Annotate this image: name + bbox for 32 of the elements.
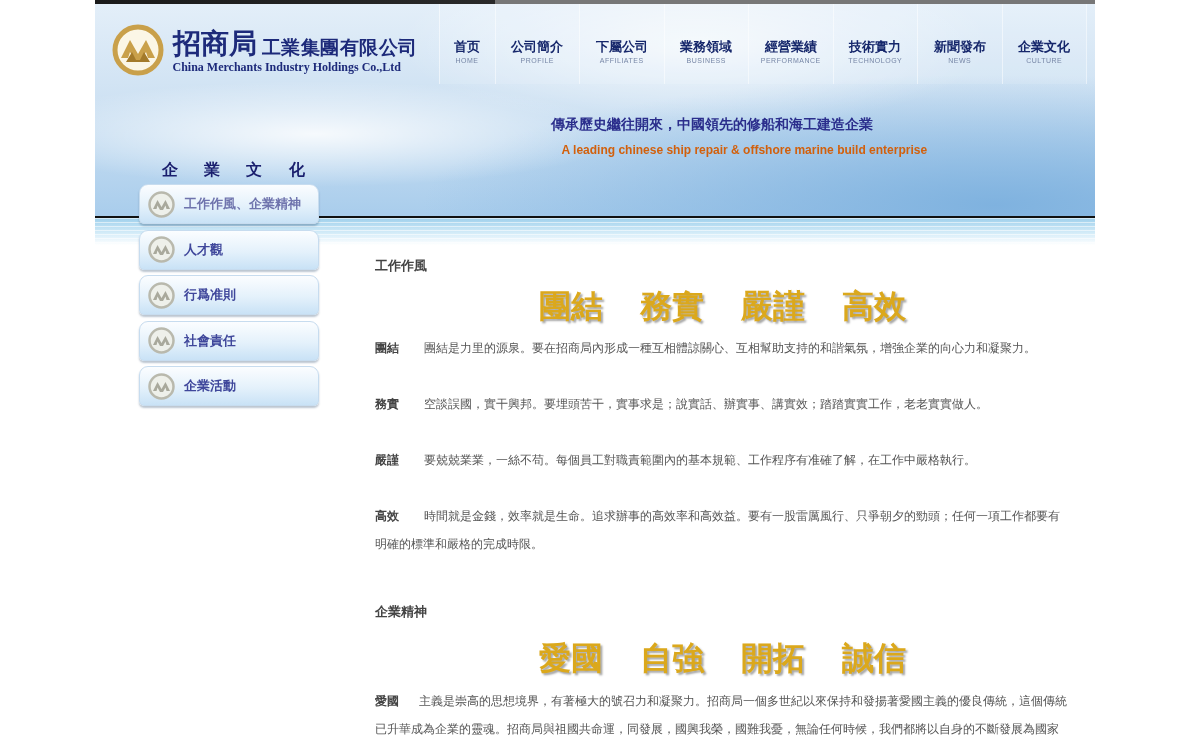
company-name: 招商局 <box>172 28 257 60</box>
sidebar-item[interactable]: 工作作風、企業精神 <box>138 184 319 224</box>
emblem-icon <box>147 281 175 309</box>
paragraph: 高效 時間就是金錢，效率就是生命。追求辦事的高效率和高效益。要有一股雷厲風行、只爭朝夕的勁頭；任何一項工作都要有明確的標準和嚴格的完成時限。 <box>374 508 1061 553</box>
motto-word: 高效 <box>842 287 906 326</box>
motto-word: 自強 <box>640 639 704 678</box>
motto-word: 愛國 <box>539 639 603 678</box>
motto-word: 誠信 <box>842 639 906 678</box>
sidebar-item[interactable]: 人才觀 <box>138 229 319 270</box>
logo-icon <box>111 24 164 76</box>
emblem-icon <box>147 190 175 218</box>
paragraph: 愛國 主義是崇高的思想境界，有著極大的號召力和凝聚力。招商局一個多世紀以來保持和發揚著愛國主義的優良傳統，這個傳統已升華成為企業的靈魂。招商局與祖國共命運，同發展，國興我榮，國難我憂，無論任何時候，我們都將以自身的不斷發展為國家 <box>374 693 1068 738</box>
company-name-english: China Merchants Industry Holdings Co.,Ltd <box>172 60 402 74</box>
section-heading: 工作作風 <box>374 257 427 275</box>
motto-word: 嚴謹 <box>741 287 805 326</box>
section-heading: 企業精神 <box>374 603 427 621</box>
slogan-chinese: 傳承歷史繼往開來，中國領先的修船和海工建造企業 <box>550 115 873 134</box>
slogan-english: A leading chinese ship repair & offshore marine build enterprise <box>561 142 928 159</box>
paragraph: 嚴謹 要兢兢業業，一絲不苟。每個員工對職責範圍內的基本規範、工作程序有准確了解，在工作中嚴格執行。 <box>374 452 977 469</box>
emblem-icon <box>147 327 175 354</box>
company-name-suffix: 工業集團有限公司 <box>261 37 418 60</box>
sidebar-item[interactable]: 行爲准則 <box>138 275 319 315</box>
paragraph: 團結 團結是力里的源泉。要在招商局內形成一種互相體諒關心、互相幫助支持的和諧氣氛，增強企業的向心力和凝聚力。 <box>374 340 1037 357</box>
sidebar-item[interactable]: 企業活動 <box>138 366 319 406</box>
motto-word: 團結 <box>539 287 603 326</box>
motto-word: 開拓 <box>741 639 805 678</box>
motto-word: 務實 <box>640 287 704 326</box>
emblem-icon <box>147 236 175 263</box>
paragraph: 務實 空談誤國，實干興邦。要埋頭苦干，實事求是；說實話、辦實事、講實效；踏踏實實工作，老老實實做人。 <box>374 396 989 413</box>
sidebar-item[interactable]: 社會責任 <box>138 320 319 361</box>
emblem-icon <box>147 372 175 400</box>
sidebar-heading: 企 業 文 化 <box>161 160 305 180</box>
